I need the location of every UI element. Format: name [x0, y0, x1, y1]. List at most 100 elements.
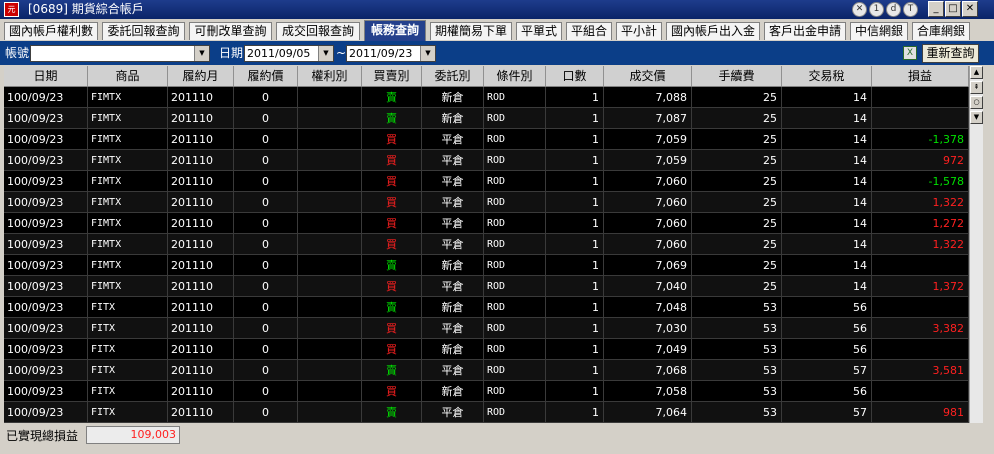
column-header-pnl[interactable]: 損益 — [872, 66, 969, 86]
table-header: 日期 商品 履約月 履約價 權利別 買賣別 委託別 條件別 口數 成交價 手續費… — [4, 66, 969, 87]
chevron-down-icon[interactable]: ▼ — [318, 46, 333, 61]
column-header-fill-price[interactable]: 成交價 — [604, 66, 692, 86]
column-header-contract-month[interactable]: 履約月 — [168, 66, 234, 86]
tab-account-query[interactable]: 帳務查詢 — [364, 20, 426, 41]
cell-fill-price: 7,059 — [604, 129, 692, 150]
excel-export-icon[interactable]: X — [903, 46, 917, 60]
cell-condition: ROD — [484, 255, 546, 276]
cell-fill-price: 7,048 — [604, 297, 692, 318]
table-row[interactable]: 100/09/23 FITX 201110 0 賣新倉 ROD 1 7,048 53 56 — [4, 297, 969, 318]
cell-buy-sell: 買 — [362, 213, 422, 234]
chevron-down-icon[interactable]: ▼ — [194, 46, 209, 61]
table-row[interactable]: 100/09/23 FIMTX 201110 0 買平倉 ROD 1 7,059 25 14 -1,… — [4, 129, 969, 150]
cell-tax: 56 — [782, 318, 872, 339]
cell-option-type — [298, 381, 362, 402]
cell-fill-price: 7,069 — [604, 255, 692, 276]
column-header-option-type[interactable]: 權利別 — [298, 66, 362, 86]
column-header-product[interactable]: 商品 — [88, 66, 168, 86]
table-row[interactable]: 100/09/23 FIMTX 201110 0 買平倉 ROD 1 7,059 25 14 972 — [4, 150, 969, 171]
cell-option-type — [298, 129, 362, 150]
column-header-order-type[interactable]: 委託別 — [422, 66, 484, 86]
tab-order-report-query[interactable]: 委託回報查詢 — [102, 22, 185, 40]
tab-close-single[interactable]: 平單式 — [516, 22, 562, 40]
scroll-top-icon[interactable]: ▲ — [970, 66, 983, 79]
cell-buy-sell: 賣 — [362, 402, 422, 423]
cell-fill-price: 7,060 — [604, 192, 692, 213]
cell-order-type: 新倉 — [422, 255, 484, 276]
cell-pnl — [872, 381, 969, 402]
cell-contract-month: 201110 — [168, 297, 234, 318]
cell-product: FIMTX — [88, 192, 168, 213]
column-header-lots[interactable]: 口數 — [546, 66, 604, 86]
requery-button[interactable]: 重新查詢 — [922, 44, 979, 63]
table-row[interactable]: 100/09/23 FITX 201110 0 買新倉 ROD 1 7,049 53 56 — [4, 339, 969, 360]
maximize-button[interactable]: □ — [945, 1, 961, 17]
tab-close-combo[interactable]: 平組合 — [566, 22, 612, 40]
cell-strike: 0 — [234, 192, 298, 213]
tab-close-subtotal[interactable]: 平小計 — [616, 22, 662, 40]
table-row[interactable]: 100/09/23 FIMTX 201110 0 買平倉 ROD 1 7,060 25 14 1,3… — [4, 192, 969, 213]
vertical-scrollbar[interactable]: ▲ ⇞ ○ ▼ — [969, 66, 983, 423]
table-row[interactable]: 100/09/23 FIMTX 201110 0 買平倉 ROD 1 7,040 25 14 1,3… — [4, 276, 969, 297]
table-row[interactable]: 100/09/23 FIMTX 201110 0 賣新倉 ROD 1 7,069 25 14 — [4, 255, 969, 276]
scroll-position-icon[interactable]: ○ — [970, 96, 983, 109]
scroll-up-icon[interactable]: ⇞ — [970, 81, 983, 94]
tab-withdraw-request[interactable]: 客戶出金申請 — [764, 22, 846, 40]
table-row[interactable]: 100/09/23 FITX 201110 0 賣平倉 ROD 1 7,068 53 57 3,58… — [4, 360, 969, 381]
tab-options-quick-order[interactable]: 期權簡易下單 — [430, 22, 512, 40]
cell-fee: 25 — [692, 171, 782, 192]
cell-lots: 1 — [546, 87, 604, 108]
cell-contract-month: 201110 — [168, 276, 234, 297]
cell-buy-sell: 買 — [362, 171, 422, 192]
scroll-down-icon[interactable]: ▼ — [970, 111, 983, 124]
close-button[interactable]: ✕ — [962, 1, 978, 17]
cell-buy-sell: 賣 — [362, 360, 422, 381]
cell-order-type: 平倉 — [422, 318, 484, 339]
cell-fee: 53 — [692, 339, 782, 360]
tab-cancel-modify-query[interactable]: 可刪改單查詢 — [189, 22, 272, 40]
cell-option-type — [298, 276, 362, 297]
account-select[interactable]: ▼ — [30, 45, 210, 62]
tab-ctbc-bank[interactable]: 中信網銀 — [850, 22, 908, 40]
cell-fee: 53 — [692, 402, 782, 423]
close-circle-icon[interactable]: ✕ — [852, 2, 867, 17]
cell-fill-price: 7,064 — [604, 402, 692, 423]
cell-tax: 14 — [782, 171, 872, 192]
column-header-fee[interactable]: 手續費 — [692, 66, 782, 86]
date-from-picker[interactable]: 2011/09/05 ▼ — [244, 45, 334, 62]
table-row[interactable]: 100/09/23 FIMTX 201110 0 賣新倉 ROD 1 7,088 25 14 — [4, 87, 969, 108]
tab-tcb-bank[interactable]: 合庫網銀 — [912, 22, 970, 40]
cell-date: 100/09/23 — [4, 150, 88, 171]
date-to-picker[interactable]: 2011/09/23 ▼ — [346, 45, 436, 62]
column-header-buy-sell[interactable]: 買賣別 — [362, 66, 422, 86]
table-row[interactable]: 100/09/23 FIMTX 201110 0 買平倉 ROD 1 7,060 25 14 1,2… — [4, 213, 969, 234]
cell-fee: 25 — [692, 150, 782, 171]
chevron-down-icon[interactable]: ▼ — [420, 46, 435, 61]
table-row[interactable]: 100/09/23 FITX 201110 0 買新倉 ROD 1 7,058 53 56 — [4, 381, 969, 402]
cell-tax: 56 — [782, 381, 872, 402]
tab-fill-report-query[interactable]: 成交回報查詢 — [276, 22, 360, 40]
table-row[interactable]: 100/09/23 FIMTX 201110 0 買平倉 ROD 1 7,060 25 14 -1,… — [4, 171, 969, 192]
one-circle-icon[interactable]: 1 — [869, 2, 884, 17]
minimize-button[interactable]: _ — [928, 1, 944, 17]
cell-pnl — [872, 108, 969, 129]
cell-order-type: 新倉 — [422, 108, 484, 129]
table-row[interactable]: 100/09/23 FIMTX 201110 0 賣新倉 ROD 1 7,087 25 14 — [4, 108, 969, 129]
dock-circle-icon[interactable]: d — [886, 2, 901, 17]
tab-domestic-deposit-withdraw[interactable]: 國內帳戶出入金 — [666, 22, 760, 40]
top-circle-icon[interactable]: T — [903, 2, 918, 17]
cell-fee: 25 — [692, 213, 782, 234]
cell-lots: 1 — [546, 108, 604, 129]
cell-product: FIMTX — [88, 171, 168, 192]
cell-condition: ROD — [484, 171, 546, 192]
table-row[interactable]: 100/09/23 FITX 201110 0 買平倉 ROD 1 7,030 53 56 3,38… — [4, 318, 969, 339]
table-row[interactable]: 100/09/23 FITX 201110 0 賣平倉 ROD 1 7,064 53 57 981 — [4, 402, 969, 423]
column-header-tax[interactable]: 交易稅 — [782, 66, 872, 86]
column-header-strike[interactable]: 履約價 — [234, 66, 298, 86]
column-header-date[interactable]: 日期 — [4, 66, 88, 86]
cell-lots: 1 — [546, 234, 604, 255]
column-header-condition[interactable]: 條件別 — [484, 66, 546, 86]
cell-option-type — [298, 360, 362, 381]
tab-domestic-account-rights[interactable]: 國內帳戶權利數 — [4, 22, 98, 40]
table-row[interactable]: 100/09/23 FIMTX 201110 0 買平倉 ROD 1 7,060 25 14 1,3… — [4, 234, 969, 255]
